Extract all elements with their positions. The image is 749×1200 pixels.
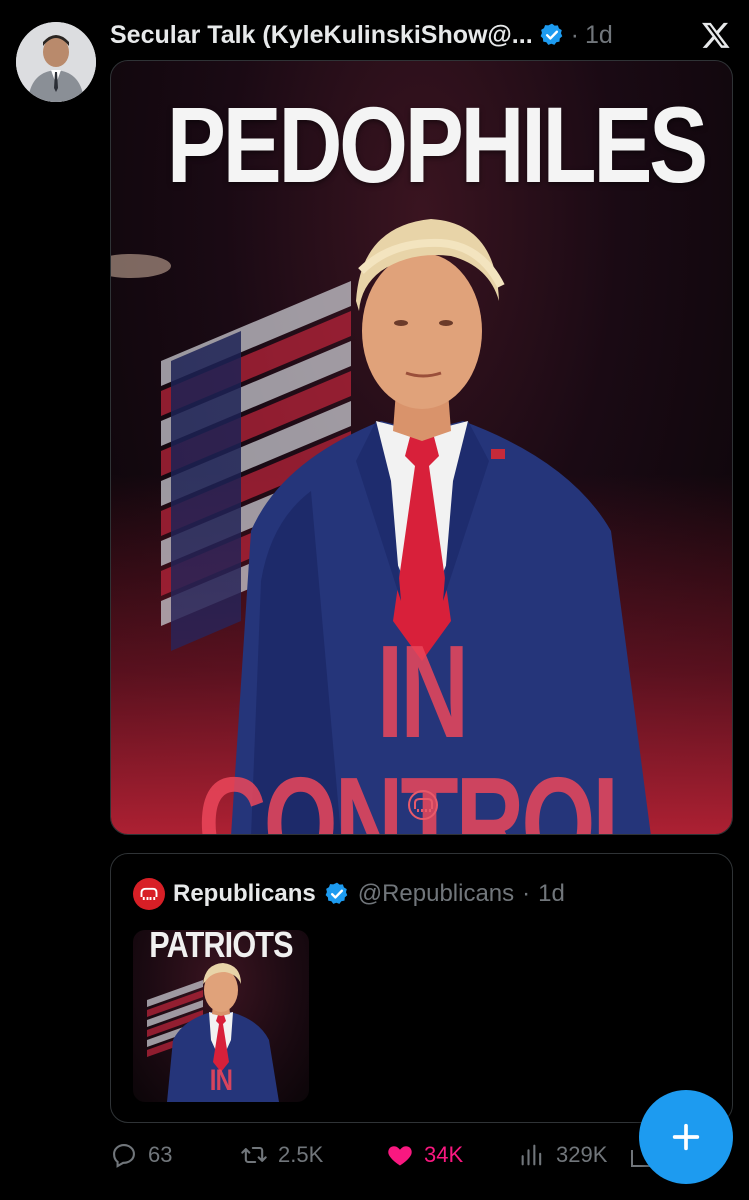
tweet-action-bar: 63 2.5K 34K 329K xyxy=(110,1135,670,1175)
x-logo-icon[interactable] xyxy=(701,20,731,50)
reply-count: 63 xyxy=(148,1142,173,1167)
views-count: 329K xyxy=(556,1142,608,1167)
compose-button[interactable] xyxy=(639,1090,733,1184)
quoted-tweet-card[interactable]: Republicans @Republicans · 1d PATRIOTS I… xyxy=(110,853,733,1123)
gop-elephant-icon xyxy=(140,887,158,900)
views-button[interactable]: 329K xyxy=(518,1141,648,1169)
heart-icon xyxy=(388,1146,412,1166)
gop-logo-icon xyxy=(408,790,438,820)
quoted-verified-badge-icon xyxy=(325,882,347,904)
tweet-time[interactable]: 1d xyxy=(585,21,613,50)
author-avatar[interactable] xyxy=(16,22,96,102)
author-name[interactable]: Secular Talk (KyleKulinskiShow@... xyxy=(110,21,533,50)
reply-button[interactable]: 63 xyxy=(110,1141,232,1169)
tweet-media-image[interactable]: PEDOPHILES IN CONTROL xyxy=(110,60,733,835)
quoted-time[interactable]: 1d xyxy=(538,880,565,908)
quoted-handle[interactable]: @Republicans xyxy=(358,880,514,908)
repost-icon xyxy=(241,1146,267,1164)
time-separator: · xyxy=(570,20,579,49)
repost-button[interactable]: 2.5K xyxy=(240,1141,378,1169)
republicans-avatar[interactable] xyxy=(133,878,165,910)
reply-icon xyxy=(113,1144,135,1168)
avatar-photo xyxy=(16,22,96,102)
quoted-media-thumbnail[interactable]: PATRIOTS IN CONTROL xyxy=(133,930,309,1102)
tweet-screen: Secular Talk (KyleKulinskiShow@... · 1d … xyxy=(0,0,749,1200)
verified-badge-icon xyxy=(540,23,562,45)
repost-count: 2.5K xyxy=(278,1142,324,1167)
quoted-author-name[interactable]: Republicans xyxy=(173,880,316,908)
author-row: Secular Talk (KyleKulinskiShow@... · 1d xyxy=(110,18,613,52)
plus-icon xyxy=(672,1123,700,1151)
thumb-headline-bottom: IN CONTROL xyxy=(164,1064,278,1102)
quoted-tweet-header: Republicans @Republicans · 1d xyxy=(133,878,565,910)
like-button[interactable]: 34K xyxy=(386,1141,506,1169)
views-chart-icon xyxy=(521,1144,542,1166)
like-count: 34K xyxy=(424,1142,464,1167)
quoted-time-separator: · xyxy=(522,880,531,907)
